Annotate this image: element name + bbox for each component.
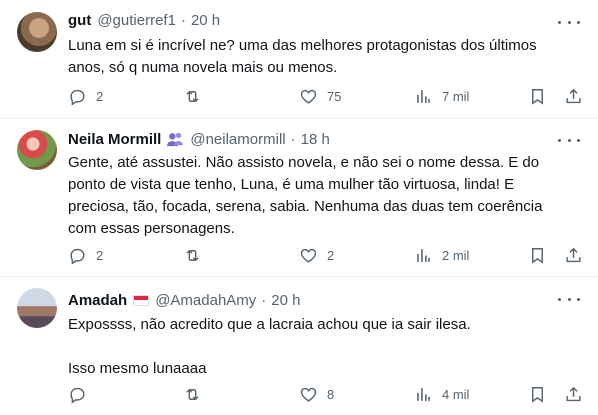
reply-icon	[70, 387, 85, 404]
tweet-header: Amadah @AmadahAmy · 20 h	[68, 290, 301, 310]
bookmark-button[interactable]	[528, 383, 547, 405]
reply-count: 2	[96, 247, 104, 263]
more-icon[interactable]	[558, 289, 580, 309]
tweet-text: Expossss, não acredito que a lacraia ach…	[68, 316, 471, 377]
like-icon	[300, 248, 317, 263]
tweet-header: Neila Mormill @neilamormill · 18 h	[68, 129, 330, 149]
retweet-icon	[186, 90, 199, 102]
views-button[interactable]: 4 mil	[414, 383, 469, 405]
tweet-actions: 2 75 7 mil	[68, 85, 588, 107]
retweet-icon	[186, 249, 199, 261]
view-count: 4 mil	[442, 386, 470, 402]
retweet-button[interactable]	[183, 85, 202, 107]
reply-button[interactable]: 2	[68, 85, 103, 107]
share-icon	[566, 247, 581, 262]
avatar[interactable]	[17, 288, 57, 328]
share-icon	[566, 386, 581, 401]
views-icon	[417, 89, 430, 103]
share-button[interactable]	[564, 244, 583, 266]
tweet-text: Luna em si é incrível ne? uma das melhor…	[68, 37, 537, 76]
views-icon	[417, 248, 430, 262]
retweet-button[interactable]	[183, 383, 202, 405]
verified-badge-icon	[167, 132, 184, 147]
like-button[interactable]: 2	[299, 244, 334, 266]
reply-icon	[70, 248, 85, 265]
avatar[interactable]	[17, 130, 57, 170]
separator: ·	[290, 130, 296, 148]
tweet-text: Gente, até assustei. Não assisto novela,…	[68, 154, 543, 237]
retweet-button[interactable]	[183, 244, 202, 266]
separator: ·	[180, 11, 186, 29]
share-button[interactable]	[564, 85, 583, 107]
author-name[interactable]: Neila Mormill	[68, 131, 161, 148]
share-button[interactable]	[564, 383, 583, 405]
timestamp[interactable]: 20 h	[271, 292, 300, 309]
tweet-header: gut @gutierref1 · 20 h	[68, 10, 220, 30]
bookmark-button[interactable]	[528, 244, 547, 266]
more-icon[interactable]	[558, 12, 580, 32]
author-handle[interactable]: @neilamormill	[190, 131, 285, 148]
flag-icon	[133, 294, 150, 306]
avatar[interactable]	[17, 12, 57, 52]
view-count: 2 mil	[442, 247, 470, 263]
timestamp[interactable]: 20 h	[191, 12, 220, 29]
author-name[interactable]: Amadah	[68, 292, 127, 309]
views-icon	[417, 387, 430, 401]
tweet-actions: 2 2 2 mil	[68, 244, 588, 266]
author-handle[interactable]: @gutierref1	[97, 12, 176, 29]
like-icon	[300, 387, 317, 402]
bookmark-icon	[532, 88, 543, 105]
view-count: 7 mil	[442, 88, 470, 104]
more-icon[interactable]	[558, 130, 580, 150]
bookmark-button[interactable]	[528, 85, 547, 107]
bookmark-icon	[532, 386, 543, 403]
reply-button[interactable]: 2	[68, 244, 103, 266]
like-button[interactable]: 75	[299, 85, 341, 107]
author-handle[interactable]: @AmadahAmy	[155, 292, 256, 309]
like-count: 8	[327, 386, 335, 402]
like-count: 2	[327, 247, 335, 263]
like-button[interactable]: 8	[299, 383, 334, 405]
views-button[interactable]: 2 mil	[414, 244, 469, 266]
retweet-icon	[186, 388, 199, 400]
like-icon	[300, 89, 317, 104]
reply-count: 2	[96, 88, 104, 104]
bookmark-icon	[532, 247, 543, 264]
separator: ·	[261, 291, 267, 309]
author-name[interactable]: gut	[68, 12, 91, 29]
reply-icon	[70, 89, 85, 106]
share-icon	[566, 88, 581, 103]
tweet-actions: 8 4 mil	[68, 383, 588, 405]
reply-button[interactable]	[68, 383, 87, 405]
like-count: 75	[327, 88, 342, 104]
views-button[interactable]: 7 mil	[414, 85, 469, 107]
timestamp[interactable]: 18 h	[301, 131, 330, 148]
